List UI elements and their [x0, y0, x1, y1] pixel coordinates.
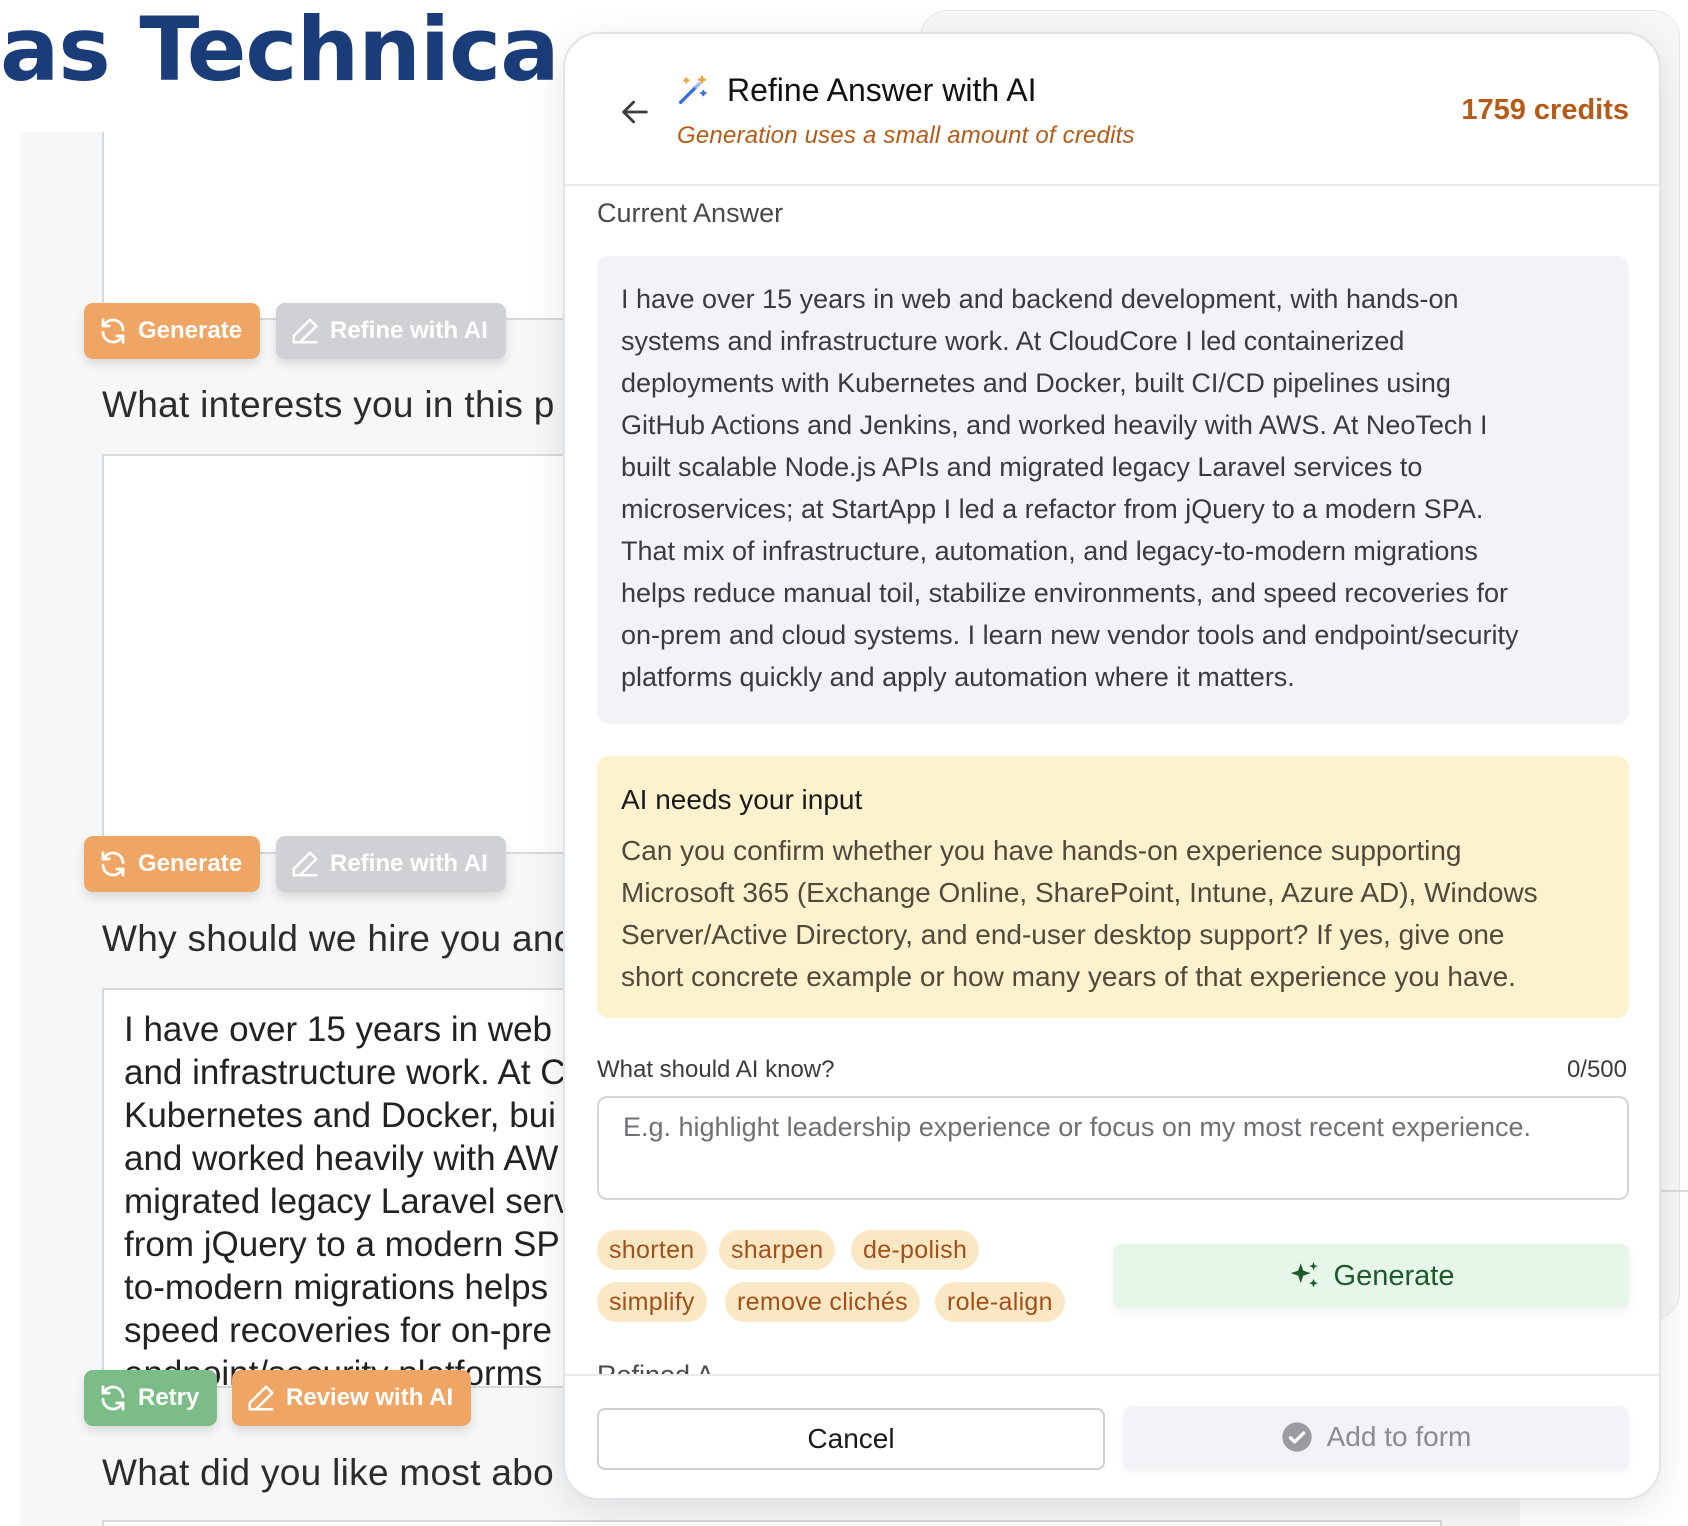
sparkle-icon: [1290, 1261, 1318, 1288]
chip-shorten[interactable]: shorten: [597, 1230, 707, 1270]
add-to-form-label: Add to form: [1326, 1421, 1472, 1452]
generate-button-1[interactable]: Generate: [84, 303, 261, 359]
modal-generate-label: Generate: [1333, 1259, 1455, 1292]
arrow-left-icon: [622, 100, 648, 124]
generate-button-2[interactable]: Generate: [84, 836, 261, 892]
review-button[interactable]: Review with AI: [232, 1370, 472, 1426]
retry-button[interactable]: Retry: [84, 1370, 218, 1426]
screen: as Technica Generate Refine with AI What…: [0, 0, 1688, 1526]
char-counter: 0/500: [1566, 1056, 1627, 1083]
pencil-icon: [248, 1385, 274, 1411]
modal-title: Refine Answer with AI: [727, 72, 1037, 108]
chip-remove-cliches[interactable]: remove clichés: [725, 1282, 920, 1322]
site-logo: as Technica: [0, 0, 560, 101]
chip-sharpen[interactable]: sharpen: [719, 1230, 836, 1270]
refine-modal: Refine Answer with AI Generation uses a …: [563, 32, 1661, 1500]
question-label-2: What interests you in this p: [102, 384, 555, 425]
modal-generate-button[interactable]: Generate: [1113, 1244, 1629, 1308]
credits-badge: 1759 credits: [1461, 94, 1629, 126]
modal-header: Refine Answer with AI Generation uses a …: [565, 34, 1659, 186]
pencil-icon: [292, 318, 318, 344]
question-label-4: What did you like most abo: [102, 1452, 555, 1493]
refresh-icon: [101, 851, 125, 877]
answer-textarea-4[interactable]: [102, 1520, 1442, 1526]
answer-textarea-3-text: I have over 15 years in web a and infras…: [124, 1010, 582, 1388]
refresh-icon: [101, 318, 125, 344]
refine-button-2[interactable]: Refine with AI: [276, 836, 506, 892]
generate-button-label: Generate: [138, 850, 243, 877]
chip-de-polish[interactable]: de-polish: [851, 1230, 980, 1270]
ai-input-request: AI needs your input Can you confirm whet…: [597, 756, 1629, 1018]
refine-button-1[interactable]: Refine with AI: [276, 303, 506, 359]
chip-role-align[interactable]: role-align: [935, 1282, 1065, 1322]
refresh-icon: [101, 1385, 125, 1411]
current-answer-box: I have over 15 years in web and backend …: [597, 256, 1629, 724]
back-button[interactable]: [613, 90, 657, 134]
add-to-form-button[interactable]: Add to form: [1123, 1406, 1629, 1468]
refine-button-label: Refine with AI: [330, 317, 488, 344]
ai-know-input[interactable]: [597, 1096, 1629, 1200]
pencil-icon: [292, 851, 318, 877]
ai-input-title: AI needs your input: [621, 784, 863, 815]
review-button-label: Review with AI: [286, 1384, 454, 1411]
ai-input-question: Can you confirm whether you have hands-o…: [621, 835, 1538, 992]
modal-subtitle: Generation uses a small amount of credit…: [677, 122, 1135, 149]
generate-button-label: Generate: [138, 317, 243, 344]
chip-simplify[interactable]: simplify: [597, 1282, 707, 1322]
ai-know-label: What should AI know?: [597, 1056, 835, 1083]
retry-button-label: Retry: [138, 1384, 200, 1411]
cancel-button[interactable]: Cancel: [597, 1408, 1105, 1470]
current-answer-text: I have over 15 years in web and backend …: [621, 284, 1519, 692]
modal-footer: Cancel Add to form: [565, 1374, 1659, 1498]
check-circle-icon: [1281, 1422, 1312, 1452]
question-label-3: Why should we hire you and: [102, 918, 575, 959]
magic-wand-icon: [678, 75, 707, 105]
refine-button-label: Refine with AI: [330, 850, 488, 877]
current-answer-label: Current Answer: [597, 198, 784, 228]
